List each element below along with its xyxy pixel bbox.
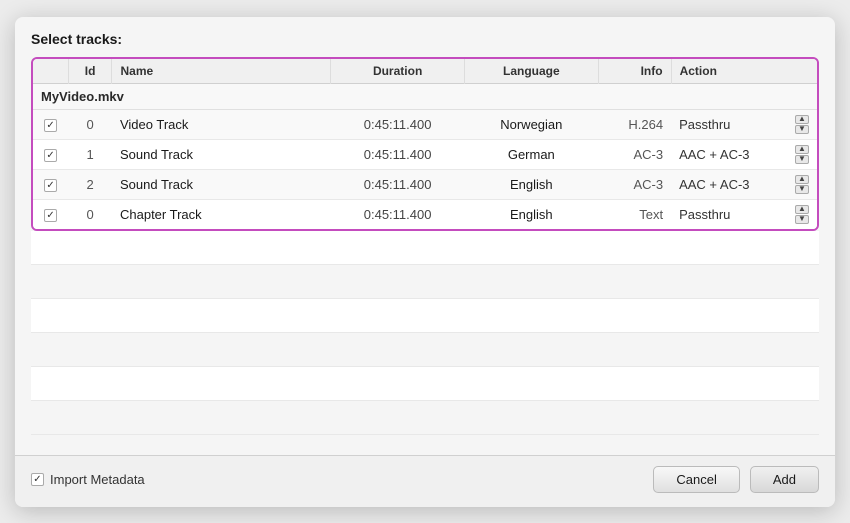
row-checkbox[interactable]: [44, 209, 57, 222]
row-duration: 0:45:11.400: [331, 169, 465, 199]
row-language: Norwegian: [464, 109, 598, 139]
section-title: Select tracks:: [31, 31, 819, 47]
row-id: 2: [68, 169, 112, 199]
stepper-down-button[interactable]: ▼: [795, 215, 809, 224]
col-header-action: Action: [671, 59, 817, 84]
import-metadata-section: Import Metadata: [31, 472, 145, 487]
row-action-stepper[interactable]: ▲▼: [795, 175, 809, 194]
row-language: German: [464, 139, 598, 169]
import-metadata-checkbox[interactable]: [31, 473, 44, 486]
row-info: AC-3: [598, 169, 671, 199]
filename-cell: MyVideo.mkv: [33, 83, 817, 109]
row-action-label: AAC + AC-3: [679, 147, 749, 162]
row-id: 0: [68, 109, 112, 139]
col-header-duration: Duration: [331, 59, 465, 84]
row-action-cell[interactable]: Passthru ▲▼: [671, 109, 817, 139]
col-header-language: Language: [464, 59, 598, 84]
stepper-down-button[interactable]: ▼: [795, 185, 809, 194]
row-name: Chapter Track: [112, 199, 331, 229]
row-name: Sound Track: [112, 139, 331, 169]
col-header-id: Id: [68, 59, 112, 84]
tracks-table: Id Name Duration Language Info Action My…: [33, 59, 817, 229]
empty-row: [31, 367, 819, 401]
empty-row: [31, 231, 819, 265]
row-action-label: Passthru: [679, 117, 730, 132]
row-language: English: [464, 199, 598, 229]
dialog-body: Select tracks: Id Name Duration Language…: [15, 17, 835, 455]
row-duration: 0:45:11.400: [331, 109, 465, 139]
row-duration: 0:45:11.400: [331, 139, 465, 169]
table-row: 0Video Track0:45:11.400NorwegianH.264Pas…: [33, 109, 817, 139]
stepper-up-button[interactable]: ▲: [795, 205, 809, 214]
row-language: English: [464, 169, 598, 199]
empty-row: [31, 299, 819, 333]
row-action-cell[interactable]: Passthru ▲▼: [671, 199, 817, 229]
import-metadata-label: Import Metadata: [50, 472, 145, 487]
row-action-cell[interactable]: AAC + AC-3 ▲▼: [671, 139, 817, 169]
row-id: 1: [68, 139, 112, 169]
row-id: 0: [68, 199, 112, 229]
row-checkbox-cell[interactable]: [33, 169, 68, 199]
row-checkbox-cell[interactable]: [33, 199, 68, 229]
stepper-up-button[interactable]: ▲: [795, 115, 809, 124]
empty-rows-area: [31, 231, 819, 445]
filename-row: MyVideo.mkv: [33, 83, 817, 109]
add-button[interactable]: Add: [750, 466, 819, 493]
row-checkbox[interactable]: [44, 179, 57, 192]
stepper-down-button[interactable]: ▼: [795, 125, 809, 134]
cancel-button[interactable]: Cancel: [653, 466, 739, 493]
dialog-footer: Import Metadata Cancel Add: [15, 455, 835, 507]
row-name: Video Track: [112, 109, 331, 139]
col-header-check: [33, 59, 68, 84]
tracks-container: Id Name Duration Language Info Action My…: [31, 57, 819, 231]
stepper-up-button[interactable]: ▲: [795, 175, 809, 184]
table-row: 1Sound Track0:45:11.400GermanAC-3AAC + A…: [33, 139, 817, 169]
row-checkbox-cell[interactable]: [33, 139, 68, 169]
stepper-up-button[interactable]: ▲: [795, 145, 809, 154]
table-row: 0Chapter Track0:45:11.400EnglishTextPass…: [33, 199, 817, 229]
row-info: AC-3: [598, 139, 671, 169]
row-info: H.264: [598, 109, 671, 139]
row-action-label: Passthru: [679, 207, 730, 222]
row-checkbox[interactable]: [44, 119, 57, 132]
row-action-cell[interactable]: AAC + AC-3 ▲▼: [671, 169, 817, 199]
row-action-stepper[interactable]: ▲▼: [795, 205, 809, 224]
footer-buttons: Cancel Add: [653, 466, 819, 493]
row-duration: 0:45:11.400: [331, 199, 465, 229]
row-checkbox[interactable]: [44, 149, 57, 162]
row-action-label: AAC + AC-3: [679, 177, 749, 192]
select-tracks-dialog: Select tracks: Id Name Duration Language…: [15, 17, 835, 507]
row-action-stepper[interactable]: ▲▼: [795, 145, 809, 164]
empty-row: [31, 401, 819, 435]
col-header-name: Name: [112, 59, 331, 84]
stepper-down-button[interactable]: ▼: [795, 155, 809, 164]
col-header-info: Info: [598, 59, 671, 84]
table-header-row: Id Name Duration Language Info Action: [33, 59, 817, 84]
row-action-stepper[interactable]: ▲▼: [795, 115, 809, 134]
row-info: Text: [598, 199, 671, 229]
row-name: Sound Track: [112, 169, 331, 199]
empty-row: [31, 333, 819, 367]
row-checkbox-cell[interactable]: [33, 109, 68, 139]
table-row: 2Sound Track0:45:11.400EnglishAC-3AAC + …: [33, 169, 817, 199]
empty-row: [31, 265, 819, 299]
